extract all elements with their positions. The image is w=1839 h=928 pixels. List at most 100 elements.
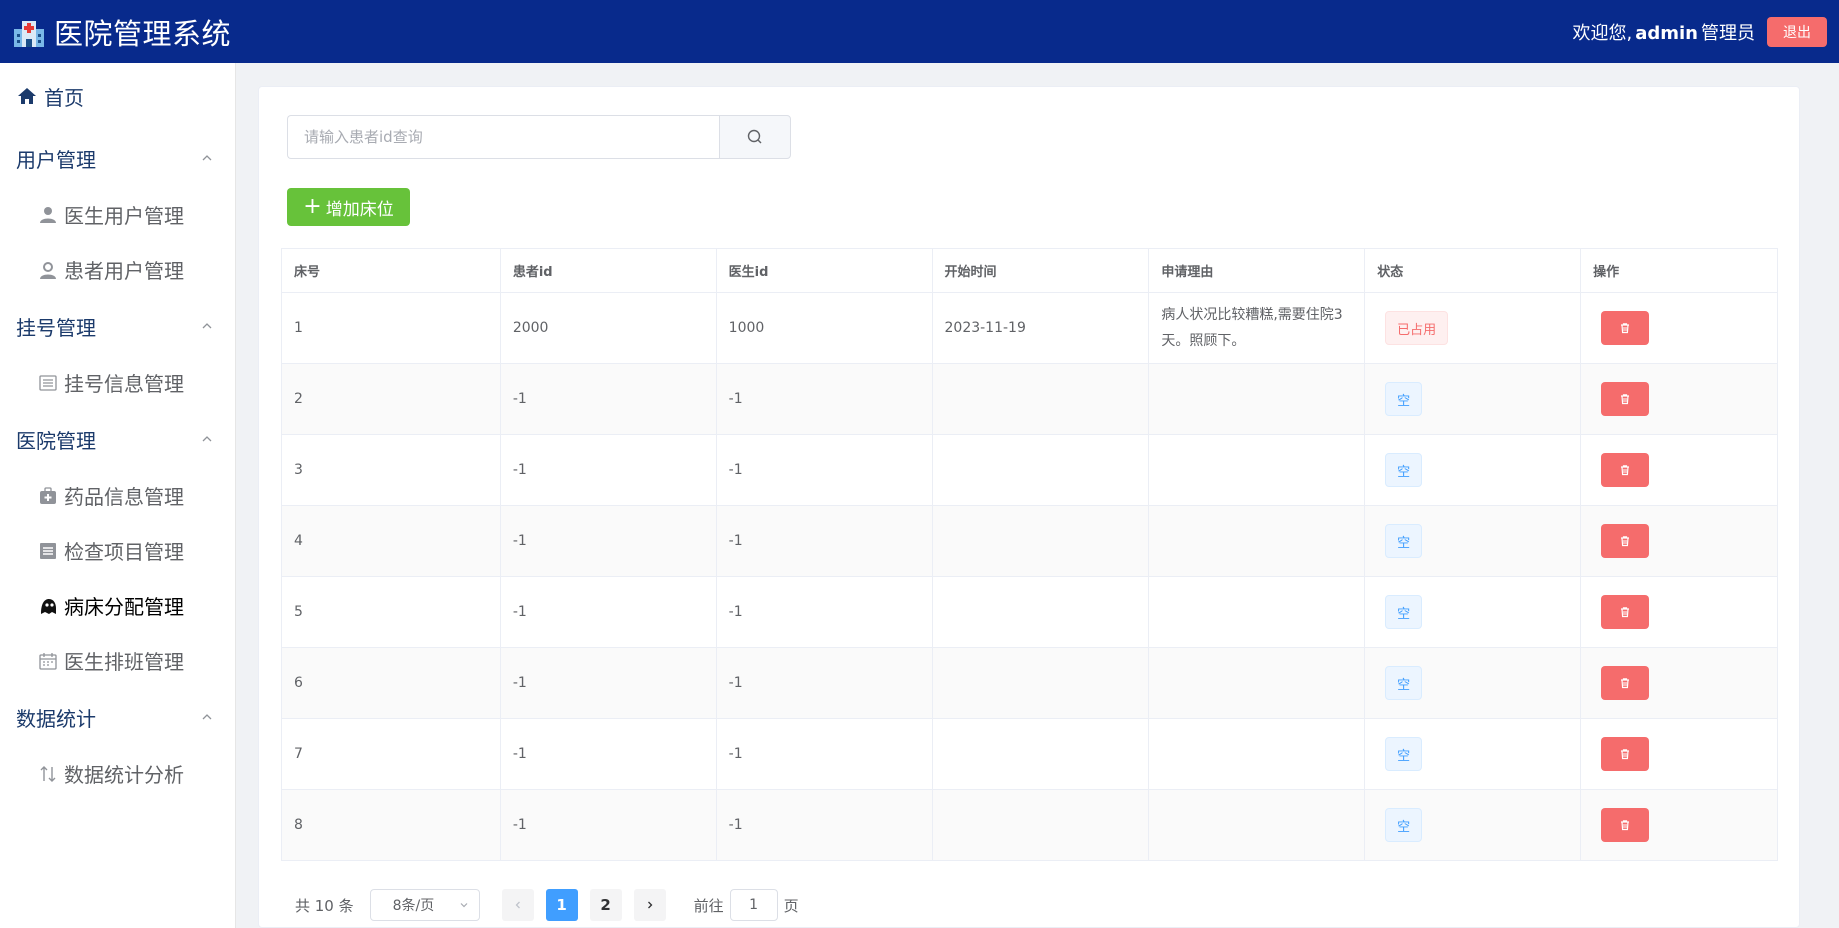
- sidebar-item-medicine-info[interactable]: 药品信息管理: [0, 468, 235, 523]
- username: admin: [1635, 22, 1698, 44]
- cell-doctor-id: -1: [716, 718, 933, 790]
- cell-reason: [1148, 434, 1366, 506]
- column-header-status: 状态: [1364, 248, 1582, 293]
- trash-icon: [1621, 820, 1630, 831]
- sidebar-item-label: 数据统计分析: [64, 763, 184, 787]
- sidebar-group-user-management[interactable]: 用户管理: [0, 129, 235, 187]
- cell-reason: 病人状况比较糟糕,需要住院3天。照顾下。: [1148, 292, 1366, 364]
- sidebar-item-label: 检查项目管理: [64, 540, 184, 564]
- cell-reason: [1148, 363, 1366, 435]
- sidebar-item-patient-users[interactable]: 患者用户管理: [0, 242, 235, 297]
- sidebar: 首页 用户管理 医生用户管理 患者用户管理 挂号管理 挂号信息管理 医院管理 药…: [0, 63, 236, 928]
- delete-button[interactable]: [1601, 311, 1650, 345]
- sidebar-item-doctor-users[interactable]: 医生用户管理: [0, 187, 235, 242]
- column-header-start-time: 开始时间: [932, 248, 1150, 293]
- sidebar-group-hospital[interactable]: 医院管理: [0, 410, 235, 468]
- search-button[interactable]: [719, 115, 791, 159]
- cell-doctor-id: -1: [716, 789, 933, 861]
- sidebar-item-doctor-schedule[interactable]: 医生排班管理: [0, 633, 235, 688]
- table-header-row: 床号 患者id 医生id 开始时间 申请理由 状态 操作: [281, 248, 1778, 293]
- hospital-logo-icon: [14, 20, 44, 47]
- cell-doctor-id: -1: [716, 647, 933, 719]
- add-bed-button[interactable]: + 增加床位: [287, 188, 410, 226]
- chevron-up-icon: [202, 714, 212, 720]
- cell-bed: 2: [281, 363, 501, 435]
- chevron-down-icon: [460, 903, 468, 908]
- cell-status: 已占用: [1364, 292, 1582, 364]
- patient-id-search-input[interactable]: [287, 115, 719, 159]
- user-role: 管理员: [1701, 22, 1755, 44]
- cell-bed: 1: [281, 292, 501, 364]
- user-icon: [40, 206, 56, 223]
- search-bar: [287, 115, 791, 159]
- delete-button[interactable]: [1601, 382, 1650, 416]
- status-badge: 空: [1385, 524, 1423, 558]
- delete-button[interactable]: [1601, 595, 1650, 629]
- cell-status: 空: [1364, 576, 1582, 648]
- cell-start-time: [932, 505, 1150, 577]
- status-badge: 已占用: [1385, 311, 1449, 345]
- app-title: 医院管理系统: [54, 16, 232, 51]
- column-header-actions: 操作: [1580, 248, 1778, 293]
- delete-button[interactable]: [1601, 808, 1650, 842]
- cell-doctor-id: -1: [716, 363, 933, 435]
- cell-bed: 6: [281, 647, 501, 719]
- sidebar-group-statistics[interactable]: 数据统计: [0, 688, 235, 746]
- status-badge: 空: [1385, 595, 1423, 629]
- cell-patient-id: -1: [500, 789, 717, 861]
- pagination: 共 10 条 8条/页 1 2 前往 页: [295, 889, 799, 921]
- page-size-select[interactable]: 8条/页: [369, 889, 480, 921]
- goto-prefix: 前往: [693, 896, 724, 915]
- home-icon: [18, 88, 36, 104]
- page-size-value: 8条/页: [392, 898, 435, 914]
- cell-actions: [1580, 576, 1778, 648]
- cell-patient-id: -1: [500, 576, 717, 648]
- trash-icon: [1621, 678, 1630, 689]
- delete-button[interactable]: [1601, 737, 1650, 771]
- user-area: 欢迎您, admin 管理员 退出: [1572, 16, 1827, 47]
- goto-suffix: 页: [783, 896, 799, 915]
- cell-bed: 8: [281, 789, 501, 861]
- delete-button[interactable]: [1601, 524, 1650, 558]
- sidebar-item-home[interactable]: 首页: [0, 63, 235, 129]
- table-row: 3 -1 -1 空: [281, 434, 1778, 506]
- goto-page-input[interactable]: [729, 889, 778, 921]
- prev-page-button[interactable]: [501, 889, 534, 921]
- cell-patient-id: -1: [500, 434, 717, 506]
- cell-start-time: 2023-11-19: [932, 292, 1150, 364]
- cell-doctor-id: 1000: [716, 292, 933, 364]
- cell-start-time: [932, 718, 1150, 790]
- logout-button[interactable]: 退出: [1767, 16, 1827, 47]
- delete-button[interactable]: [1601, 666, 1650, 700]
- chevron-right-icon: [647, 901, 653, 909]
- cell-start-time: [932, 789, 1150, 861]
- sidebar-item-registration-info[interactable]: 挂号信息管理: [0, 355, 235, 410]
- delete-button[interactable]: [1601, 453, 1650, 487]
- cell-patient-id: -1: [500, 647, 717, 719]
- cell-status: 空: [1364, 434, 1582, 506]
- chevron-up-icon: [202, 323, 212, 329]
- cell-doctor-id: -1: [716, 434, 933, 506]
- sidebar-item-label: 首页: [44, 85, 84, 110]
- cell-reason: [1148, 647, 1366, 719]
- status-badge: 空: [1385, 737, 1423, 771]
- page-button-1[interactable]: 1: [545, 889, 578, 921]
- sidebar-item-statistics-analysis[interactable]: 数据统计分析: [0, 746, 235, 801]
- cell-bed: 5: [281, 576, 501, 648]
- sidebar-group-label: 数据统计: [16, 706, 96, 731]
- cell-doctor-id: -1: [716, 505, 933, 577]
- cell-status: 空: [1364, 363, 1582, 435]
- page-button-2[interactable]: 2: [589, 889, 622, 921]
- sidebar-group-registration[interactable]: 挂号管理: [0, 297, 235, 355]
- next-page-button[interactable]: [633, 889, 666, 921]
- table-row: 7 -1 -1 空: [281, 718, 1778, 790]
- cell-patient-id: 2000: [500, 292, 717, 364]
- first-aid-kit-icon: [40, 486, 56, 504]
- cell-actions: [1580, 505, 1778, 577]
- sidebar-item-bed-allocation[interactable]: 病床分配管理: [0, 578, 235, 633]
- sidebar-item-exam-items[interactable]: 检查项目管理: [0, 523, 235, 578]
- cell-reason: [1148, 718, 1366, 790]
- add-bed-label: 增加床位: [325, 199, 394, 220]
- status-badge: 空: [1385, 382, 1423, 416]
- table-row: 2 -1 -1 空: [281, 363, 1778, 435]
